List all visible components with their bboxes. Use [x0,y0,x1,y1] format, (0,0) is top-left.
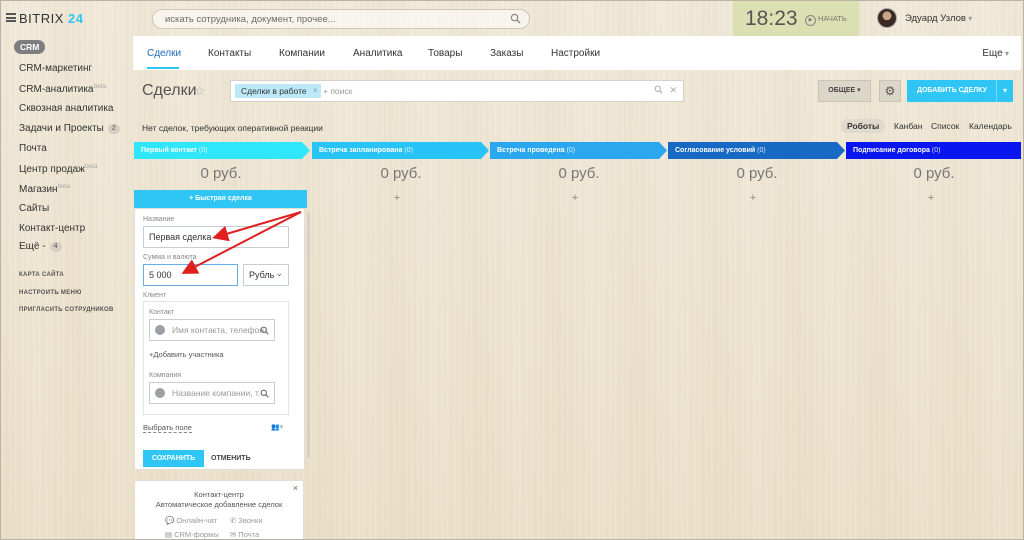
page-frame [0,0,1024,540]
